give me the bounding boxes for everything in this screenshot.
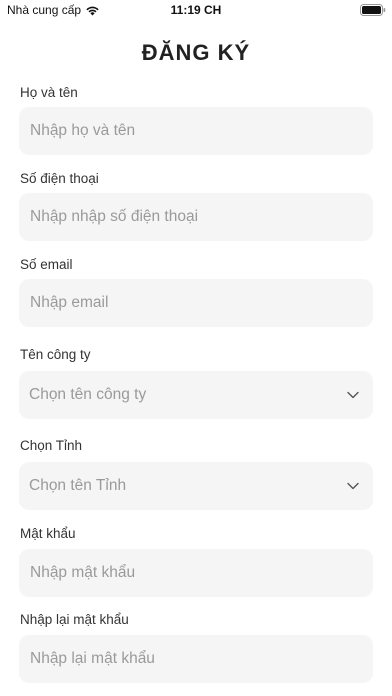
email-label: Số email	[20, 257, 73, 272]
phone-label: Số điện thoại	[20, 171, 99, 186]
password-label: Mật khẩu	[20, 526, 76, 541]
chevron-down-icon	[347, 482, 359, 490]
phone-input[interactable]	[19, 193, 373, 241]
full-name-label: Họ và tên	[20, 85, 78, 100]
battery-icon	[360, 4, 386, 16]
password-input[interactable]	[19, 549, 373, 597]
status-bar: Nhà cung cấp 11:19 CH	[0, 0, 392, 22]
page-title: ĐĂNG KÝ	[141, 40, 251, 65]
company-select-value: Chọn tên công ty	[29, 386, 147, 403]
company-select[interactable]: Chọn tên công ty	[19, 371, 373, 419]
confirm-password-input[interactable]	[19, 635, 373, 683]
confirm-password-label: Nhập lại mật khẩu	[20, 612, 129, 627]
email-input[interactable]	[19, 279, 373, 327]
province-select-value: Chọn tên Tỉnh	[29, 477, 127, 494]
province-select[interactable]: Chọn tên Tỉnh	[19, 462, 373, 510]
full-name-input[interactable]	[19, 107, 373, 155]
chevron-down-icon	[347, 391, 359, 399]
company-label: Tên công ty	[20, 347, 91, 362]
status-time: 11:19 CH	[170, 3, 222, 17]
province-label: Chọn Tỉnh	[20, 438, 83, 453]
